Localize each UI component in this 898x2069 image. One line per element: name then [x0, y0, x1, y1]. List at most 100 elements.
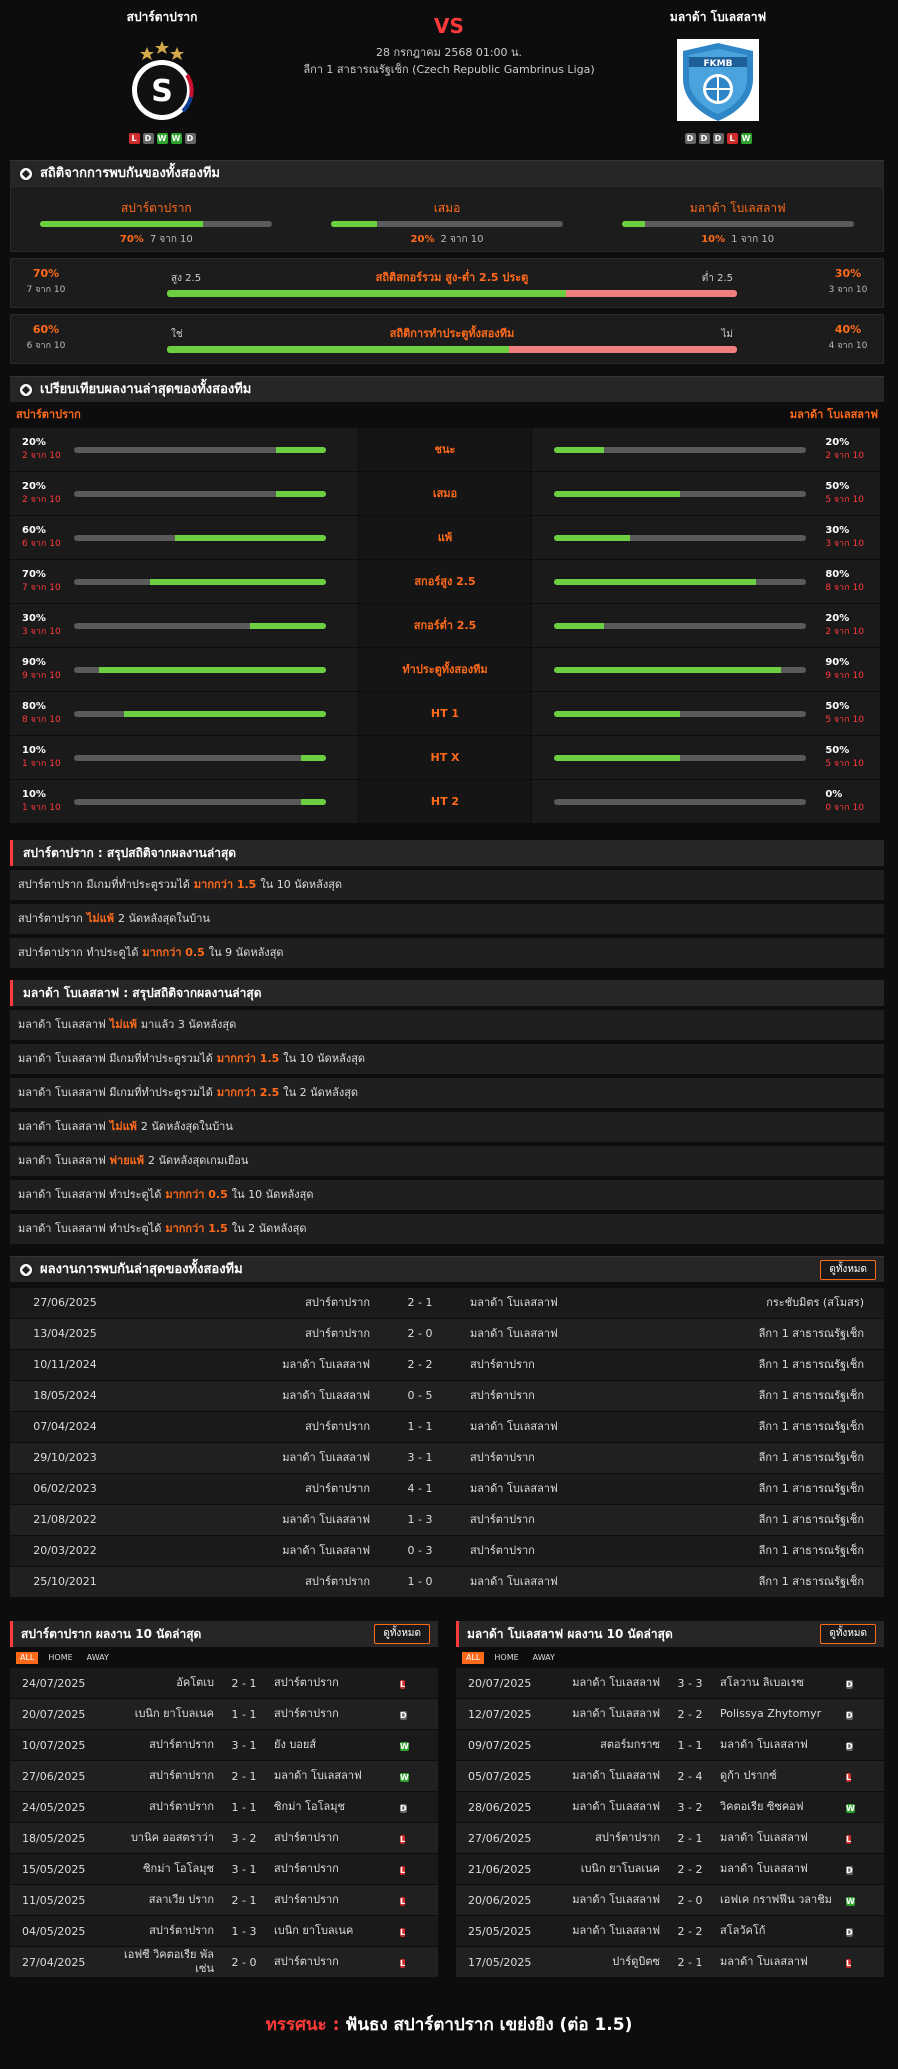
compare-home-value: 60% 6 จาก 10 [22, 525, 74, 550]
last10-row[interactable]: 17/05/2025 ปาร์ดูบิตซ 2 - 1 มลาด้า โบเลสลาฟ… [456, 1947, 884, 1977]
result-badge: L [846, 1834, 852, 1844]
tab-home[interactable]: HOME [490, 1652, 522, 1664]
h2h-result-row[interactable]: 20/03/2022 มลาด้า โบเลสลาฟ 0 - 3 สปาร์ตาปรา… [10, 1536, 884, 1566]
view-all-away-button[interactable]: ดูทั้งหมด [820, 1624, 876, 1644]
last10-row[interactable]: 24/07/2025 อัคโตเบ 2 - 1 สปาร์ตาปราก L [10, 1668, 438, 1698]
h2h-result-row[interactable]: 07/04/2024 สปาร์ตาปราก 1 - 1 มลาด้า โบเลสลา… [10, 1412, 884, 1442]
compare-home-side: 10% 1 จาก 10 [10, 780, 358, 823]
h2h-split-count: 7 จาก 10 [149, 234, 193, 245]
away-team: มลาด้า โบเลสลาฟ [470, 1482, 558, 1495]
summary-tail: ใน 2 นัดหลังสุด [231, 1222, 307, 1235]
last10-row[interactable]: 05/07/2025 มลาด้า โบเลสลาฟ 2 - 4 ดูก้า ปราก… [456, 1761, 884, 1791]
result-cell: L [400, 1863, 430, 1876]
away-last10-title: มลาด้า โบเลสลาฟ ผลงาน 10 นัดล่าสุด [467, 1627, 673, 1641]
h2h-result-row[interactable]: 10/11/2024 มลาด้า โบเลสลาฟ 2 - 2 สปาร์ตาปรา… [10, 1350, 884, 1380]
h2h-split-bar [621, 221, 854, 227]
last10-row[interactable]: 20/07/2025 มลาด้า โบเลสลาฟ 3 - 3 สโลวาน ลิเ… [456, 1668, 884, 1698]
compare-home-pct: 60% [22, 525, 46, 536]
result-badge: L [400, 1834, 406, 1844]
over-pct: 70% [32, 267, 60, 280]
compare-label: ชนะ [358, 428, 532, 471]
league-name: ลีกา 1 สาธารณรัฐเช็ก [758, 1389, 864, 1402]
compare-label: HT 2 [358, 780, 532, 823]
compare-away-count: 2 จาก 10 [825, 627, 864, 637]
result-badge: W [846, 1896, 855, 1906]
h2h-result-row[interactable]: 25/10/2021 สปาร์ตาปราก 1 - 0 มลาด้า โบเลสลา… [10, 1567, 884, 1597]
summary-row: มลาด้า โบเลสลาฟ ไม่แพ้ 2 นัดหลังสุดในบ้าน [10, 1112, 884, 1142]
home-summary-list: สปาร์ตาปราก มีเกมที่ทำประตูรวมได้ มากกว่า… [0, 870, 898, 968]
h2h-result-row[interactable]: 18/05/2024 มลาด้า โบเลสลาฟ 0 - 5 สปาร์ตาปรา… [10, 1381, 884, 1411]
h2h-result-row[interactable]: 27/06/2025 สปาร์ตาปราก 2 - 1 มลาด้า โบเลสลา… [10, 1288, 884, 1318]
match-date: 11/05/2025 [22, 1893, 86, 1907]
score: 2 - 1 [407, 1296, 433, 1309]
h2h-result-split: สปาร์ตาปราก 70% 7 จาก 10 เสมอ 20% 2 จาก 10 มลา… [11, 187, 883, 251]
last10-row[interactable]: 11/05/2025 สลาเวีย ปราก 2 - 1 สปาร์ตาปราก L [10, 1885, 438, 1915]
last10-row[interactable]: 27/06/2025 สปาร์ตาปราก 2 - 1 มลาด้า โบเลสลา… [10, 1761, 438, 1791]
last10-row[interactable]: 10/07/2025 สปาร์ตาปราก 3 - 1 ยัง บอยส์ W [10, 1730, 438, 1760]
last10-row[interactable]: 20/07/2025 เบนิก ยาโบลเนค 1 - 1 สปาร์ตาปราก… [10, 1699, 438, 1729]
last10-row[interactable]: 18/05/2025 บานิค ออสตราว่า 3 - 2 สปาร์ตาปรา… [10, 1823, 438, 1853]
last10-row[interactable]: 28/06/2025 มลาด้า โบเลสลาฟ 3 - 2 วิคตอเรีย … [456, 1792, 884, 1822]
score: 2 - 0 [407, 1327, 433, 1340]
match-datetime: 28 กรกฎาคม 2568 01:00 น. [375, 46, 523, 59]
match-date: 10/07/2025 [22, 1738, 86, 1752]
home-team[interactable]: สปาร์ตาปราก S LDWWD [62, 8, 262, 144]
last10-row[interactable]: 27/06/2025 สปาร์ตาปราก 2 - 1 มลาด้า โบเลสลา… [456, 1823, 884, 1853]
compare-home-bar [74, 490, 326, 497]
last10-row[interactable]: 04/05/2025 สปาร์ตาปราก 1 - 3 เบนิก ยาโบลเนค… [10, 1916, 438, 1946]
h2h-result-row[interactable]: 21/08/2022 มลาด้า โบเลสลาฟ 1 - 3 สปาร์ตาปรา… [10, 1505, 884, 1535]
last10-row[interactable]: 20/06/2025 มลาด้า โบเลสลาฟ 2 - 0 เอฟเค กราฟ… [456, 1885, 884, 1915]
compare-row: 70% 7 จาก 10 สกอร์สูง 2.5 80% 8 จาก 10 [10, 560, 884, 604]
last10-row[interactable]: 15/05/2025 ซิกม่า โอโลมุช 3 - 1 สปาร์ตาปราก… [10, 1854, 438, 1884]
view-all-home-button[interactable]: ดูทั้งหมด [374, 1624, 430, 1644]
result-badge: W [846, 1803, 855, 1813]
tab-all[interactable]: ALL [16, 1652, 39, 1664]
tab-all[interactable]: ALL [462, 1652, 485, 1664]
match-date: 20/03/2022 [33, 1544, 97, 1557]
away-team[interactable]: มลาด้า โบเลสลาฟ FKMB DDDLW [618, 8, 818, 144]
compare-away-value: 50% 5 จาก 10 [825, 701, 864, 726]
h2h-result-row[interactable]: 06/02/2023 สปาร์ตาปราก 4 - 1 มลาด้า โบเลสลา… [10, 1474, 884, 1504]
result-cell: D [846, 1677, 876, 1690]
football-icon [18, 382, 34, 398]
compare-away: มลาด้า โบเลสลาฟ [789, 408, 878, 421]
last10-section: สปาร์ตาปราก ผลงาน 10 นัดล่าสุด ดูทั้งหมด… [10, 1621, 884, 1977]
home-team: สปาร์ตาปราก [149, 1800, 214, 1813]
compare-away-pct: 20% [825, 437, 850, 448]
tab-home[interactable]: HOME [44, 1652, 76, 1664]
compare-away-count: 5 จาก 10 [825, 715, 864, 725]
match-info: VS 28 กรกฎาคม 2568 01:00 น. ลีกา 1 สาธาร… [300, 14, 598, 78]
last10-row[interactable]: 24/05/2025 สปาร์ตาปราก 1 - 1 ซิกม่า โอโลมุช… [10, 1792, 438, 1822]
last10-row[interactable]: 25/05/2025 มลาด้า โบเลสลาฟ 2 - 2 สโลวัคโก้ D [456, 1916, 884, 1946]
result-badge: D [400, 1803, 407, 1813]
compare-home-side: 60% 6 จาก 10 [10, 516, 358, 559]
match-date: 17/05/2025 [468, 1955, 532, 1969]
result-cell: L [400, 1925, 430, 1938]
last10-row[interactable]: 21/06/2025 เบนิก ยาโบลเนค 2 - 2 มลาด้า โบเล… [456, 1854, 884, 1884]
home-last10-list: 24/07/2025 อัคโตเบ 2 - 1 สปาร์ตาปราก L 20/07/… [10, 1668, 438, 1977]
last10-row[interactable]: 09/07/2025 สตอร์มกราซ 1 - 1 มลาด้า โบเลสลาฟ… [456, 1730, 884, 1760]
away-last10-header: มลาด้า โบเลสลาฟ ผลงาน 10 นัดล่าสุด ดูทั้… [456, 1621, 884, 1647]
last10-row[interactable]: 12/07/2025 มลาด้า โบเลสลาฟ 2 - 2 Polissya Z… [456, 1699, 884, 1729]
compare-home-count: 7 จาก 10 [22, 583, 61, 593]
home-last10-tabs: ALL HOME AWAY [10, 1649, 438, 1667]
home-team: สปาร์ตาปราก [595, 1831, 660, 1844]
form-badge: W [170, 133, 182, 144]
verdict: ทรรศนะ : ฟันธง สปาร์ตาปราก เขย่งยิง (ต่อ… [0, 2011, 898, 2038]
last10-row[interactable]: 27/04/2025 เอฟซี วิคตอเรีย พัลเซ่น 2 - 0 สป… [10, 1947, 438, 1977]
tab-away[interactable]: AWAY [83, 1652, 113, 1664]
match-date: 24/07/2025 [22, 1676, 86, 1690]
away-team: สปาร์ตาปราก [470, 1451, 535, 1464]
h2h-result-row[interactable]: 29/10/2023 มลาด้า โบเลสลาฟ 3 - 1 สปาร์ตาปรา… [10, 1443, 884, 1473]
h2h-result-row[interactable]: 13/04/2025 สปาร์ตาปราก 2 - 0 มลาด้า โบเลสลา… [10, 1319, 884, 1349]
view-all-h2h-button[interactable]: ดูทั้งหมด [820, 1260, 876, 1280]
compare-home-bar [74, 798, 326, 805]
btts-stats: 60% 6 จาก 10 ใช่ สถิติการทำประตูทั้งสองที… [10, 314, 884, 364]
under-count: 3 จาก 10 [828, 285, 868, 295]
tab-away[interactable]: AWAY [529, 1652, 559, 1664]
match-date: 25/05/2025 [468, 1924, 532, 1938]
compare-home-count: 1 จาก 10 [22, 759, 61, 769]
home-team: สปาร์ตาปราก [149, 1924, 214, 1937]
h2h-split-fill [621, 221, 645, 227]
score: 2 - 1 [677, 1955, 703, 1969]
